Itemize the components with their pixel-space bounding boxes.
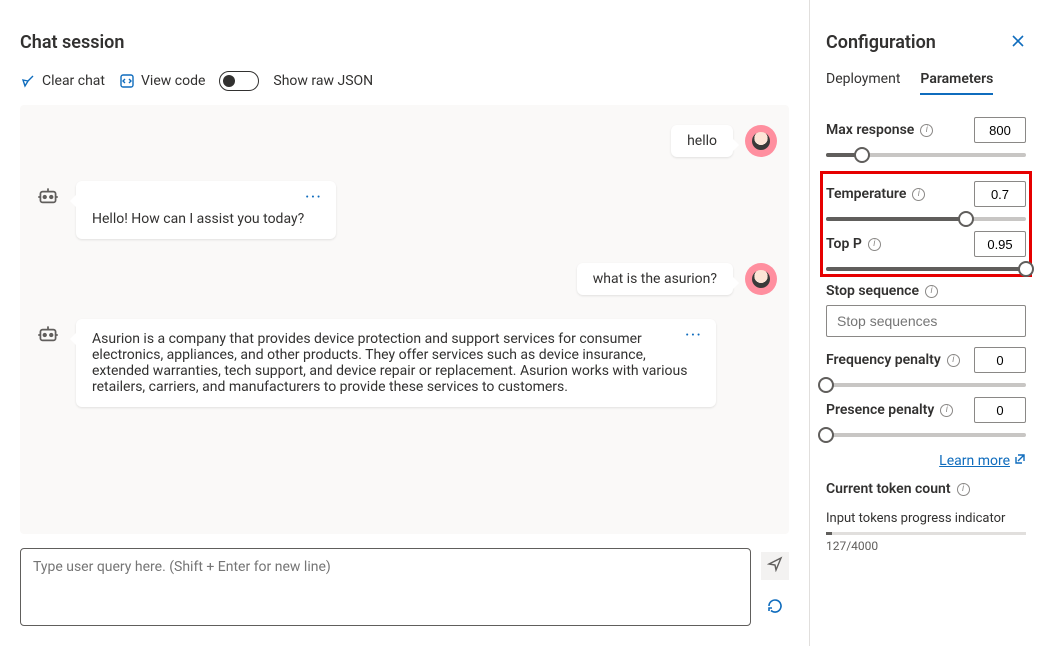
view-code-button[interactable]: View code [119,73,205,89]
message-text: Asurion is a company that provides devic… [92,331,687,395]
max-response-input[interactable] [974,117,1026,143]
info-icon[interactable]: i [925,285,938,298]
message-text: hello [687,133,717,149]
frequency-penalty-input[interactable] [974,347,1026,373]
token-progress-label: Input tokens progress indicator [826,511,1026,526]
info-icon[interactable]: i [957,483,970,496]
user-message-bubble: what is the asurion? [577,263,733,295]
view-code-label: View code [141,73,205,89]
tab-deployment[interactable]: Deployment [826,71,900,95]
top-p-label: Top P [826,236,862,252]
frequency-penalty-slider[interactable] [826,383,1026,387]
input-actions [761,548,789,626]
param-temperature: Temperature i [826,181,1026,221]
chat-body: hello ··· Hello! How can I assist you t [20,105,789,534]
configuration-title: Configuration [826,32,936,53]
info-icon[interactable]: i [912,188,925,201]
show-raw-json-label: Show raw JSON [273,73,373,89]
message-row-user: hello [32,125,777,157]
temperature-input[interactable] [974,181,1026,207]
send-icon [767,556,783,576]
presence-penalty-input[interactable] [974,397,1026,423]
temperature-label: Temperature [826,186,906,202]
top-p-input[interactable] [974,231,1026,257]
stop-sequence-label: Stop sequence [826,283,919,299]
param-top-p: Top P i [826,231,1026,271]
clear-chat-label: Clear chat [42,73,105,89]
configuration-pane: Configuration Deployment Parameters Max … [810,0,1042,646]
code-icon [119,73,135,89]
message-menu-icon[interactable]: ··· [305,189,322,207]
message-row-bot: ··· Asurion is a company that provides d… [32,319,777,407]
user-avatar-icon [745,263,777,295]
message-row-user: what is the asurion? [32,263,777,295]
bot-message-bubble: ··· Hello! How can I assist you today? [76,181,336,239]
user-query-input[interactable] [20,548,751,626]
max-response-label: Max response [826,122,914,138]
token-progress-bar [826,532,1026,535]
param-max-response: Max response i [826,117,1026,157]
broom-icon [20,73,36,89]
bot-avatar-icon [32,319,64,351]
top-p-slider[interactable] [826,267,1026,271]
chat-toolbar: Clear chat View code Show raw JSON [20,71,789,91]
info-icon[interactable]: i [947,354,960,367]
input-row [20,548,789,626]
config-tabs: Deployment Parameters [826,71,1026,95]
presence-penalty-slider[interactable] [826,433,1026,437]
info-icon[interactable]: i [920,124,933,137]
info-icon[interactable]: i [868,238,881,251]
user-avatar-icon [745,125,777,157]
chat-session-title: Chat session [20,32,789,53]
temperature-slider[interactable] [826,217,1026,221]
frequency-penalty-label: Frequency penalty [826,352,941,368]
learn-more-label: Learn more [939,453,1010,469]
message-text: what is the asurion? [593,271,717,287]
close-icon [1010,37,1026,53]
refresh-icon [765,596,785,620]
regenerate-button[interactable] [761,594,789,622]
message-text: Hello! How can I assist you today? [92,211,304,227]
close-button[interactable] [1010,33,1026,53]
external-link-icon [1014,453,1026,469]
token-count-label: Current token count i [826,481,1026,497]
max-response-slider[interactable] [826,153,1026,157]
bot-avatar-icon [32,181,64,213]
message-row-bot: ··· Hello! How can I assist you today? [32,181,777,239]
user-message-bubble: hello [671,125,733,157]
param-stop-sequence: Stop sequence i [826,283,1026,337]
bot-message-bubble: ··· Asurion is a company that provides d… [76,319,716,407]
info-icon[interactable]: i [940,404,953,417]
token-count-value: 127/4000 [826,539,1026,553]
send-button[interactable] [761,552,789,580]
param-frequency-penalty: Frequency penalty i [826,347,1026,387]
show-raw-json-toggle[interactable] [219,71,259,91]
presence-penalty-label: Presence penalty [826,402,934,418]
param-presence-penalty: Presence penalty i [826,397,1026,437]
learn-more-link[interactable]: Learn more [939,453,1026,469]
message-menu-icon[interactable]: ··· [685,327,702,345]
stop-sequence-input[interactable] [826,305,1026,337]
clear-chat-button[interactable]: Clear chat [20,73,105,89]
tab-parameters[interactable]: Parameters [920,71,993,95]
chat-pane: Chat session Clear chat View code [0,0,810,646]
